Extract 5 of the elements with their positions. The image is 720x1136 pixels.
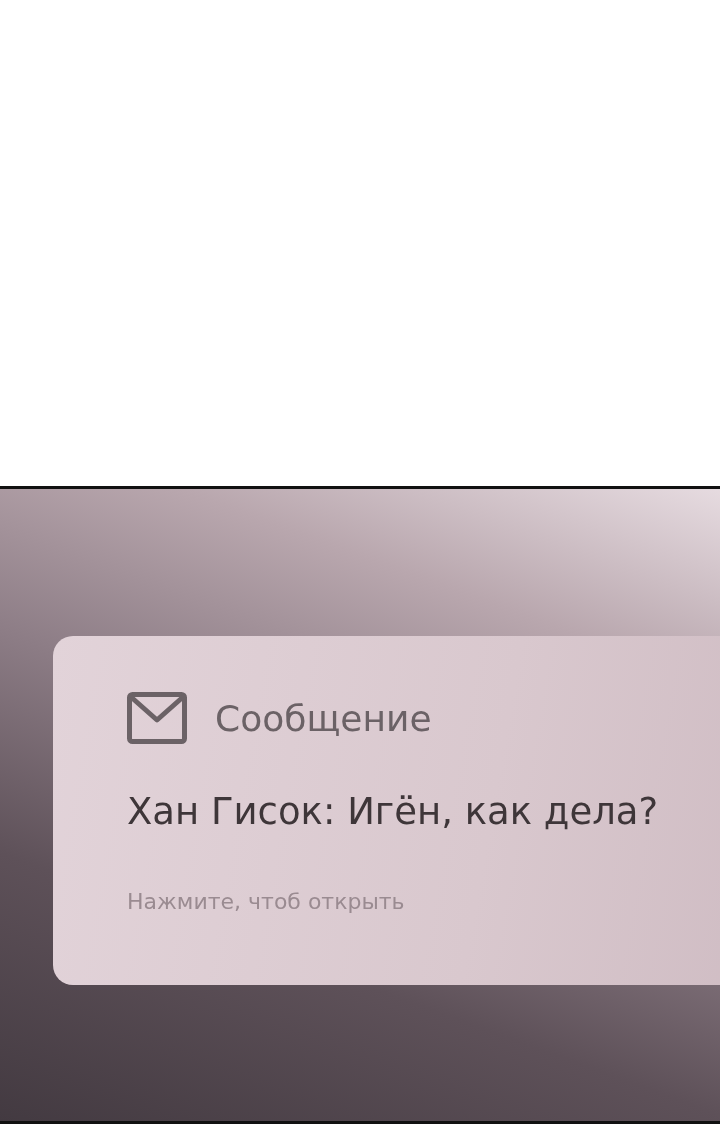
notification-message: Хан Гисок: Игён, как дела? [127, 790, 660, 833]
envelope-icon [127, 692, 187, 744]
notification-hint: Нажмите, чтоб открыть [127, 889, 406, 914]
notification-card[interactable]: Сообщение Хан Гисок: Игён, как дела? Нажмите, чтоб открыть [53, 636, 720, 985]
notification-title: Сообщение [215, 697, 432, 739]
